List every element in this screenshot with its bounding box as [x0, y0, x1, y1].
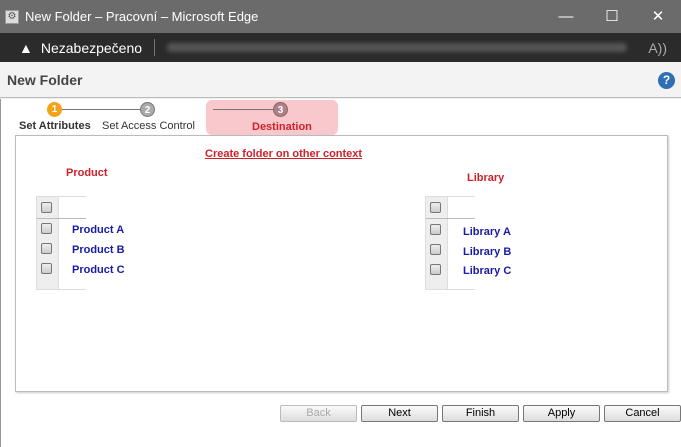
product-grid: Product A Product B Product C — [36, 196, 125, 290]
product-c-checkbox[interactable] — [41, 263, 52, 274]
page-title: New Folder — [7, 72, 83, 88]
step-destination[interactable]: Destination — [252, 121, 312, 133]
dialog-header: New Folder ? — [0, 62, 681, 98]
product-a[interactable]: Product A — [72, 224, 124, 236]
grid-header-line — [426, 218, 475, 219]
library-grid: Library A Library B Library C — [425, 196, 511, 290]
step-1-icon: 1 — [47, 102, 62, 117]
help-icon[interactable]: ? — [658, 72, 675, 89]
product-title: Product — [66, 167, 108, 179]
product-a-checkbox[interactable] — [41, 223, 52, 234]
security-status[interactable]: Nezabezpečeno — [41, 40, 142, 56]
library-b-checkbox[interactable] — [430, 244, 441, 255]
product-c[interactable]: Product C — [72, 264, 125, 276]
maximize-button[interactable]: ☐ — [589, 0, 635, 33]
library-a[interactable]: Library A — [463, 226, 511, 238]
back-button[interactable]: Back — [280, 405, 357, 422]
grid-header-line — [37, 218, 86, 219]
library-c[interactable]: Library C — [463, 265, 511, 277]
step-3-icon: 3 — [273, 102, 288, 117]
url-blurred[interactable] — [167, 43, 628, 52]
title-bar: ⚙ New Folder – Pracovní – Microsoft Edge… — [0, 0, 681, 33]
step-set-attributes[interactable]: Set Attributes — [19, 120, 91, 132]
library-a-checkbox[interactable] — [430, 224, 441, 235]
finish-button[interactable]: Finish — [442, 405, 519, 422]
select-all-libraries-checkbox[interactable] — [430, 202, 441, 213]
minimize-button[interactable]: — — [543, 0, 589, 33]
next-button[interactable]: Next — [361, 405, 438, 422]
address-bar: ▲ Nezabezpečeno A)) — [0, 33, 681, 62]
dialog-body: 1 2 3 Set Attributes Set Access Control … — [0, 99, 681, 447]
read-aloud-icon[interactable]: A)) — [648, 40, 667, 56]
select-all-products-checkbox[interactable] — [41, 202, 52, 213]
step-connector — [61, 109, 141, 110]
step-2-icon: 2 — [140, 102, 155, 117]
product-b-checkbox[interactable] — [41, 243, 52, 254]
divider — [154, 39, 156, 56]
library-b[interactable]: Library B — [463, 246, 511, 258]
window-title: New Folder – Pracovní – Microsoft Edge — [25, 9, 259, 24]
warning-icon: ▲ — [19, 39, 33, 56]
create-on-other-context-link[interactable]: Create folder on other context — [205, 148, 362, 160]
step-connector — [213, 109, 273, 110]
apply-button[interactable]: Apply — [523, 405, 600, 422]
step-set-access-control[interactable]: Set Access Control — [102, 120, 195, 132]
library-title: Library — [467, 172, 505, 184]
cancel-button[interactable]: Cancel — [604, 405, 681, 422]
close-button[interactable]: ✕ — [635, 0, 681, 33]
app-icon: ⚙ — [5, 9, 19, 24]
destination-panel: Create folder on other context Product L… — [15, 135, 668, 392]
product-b[interactable]: Product B — [72, 244, 125, 256]
library-c-checkbox[interactable] — [430, 264, 441, 275]
